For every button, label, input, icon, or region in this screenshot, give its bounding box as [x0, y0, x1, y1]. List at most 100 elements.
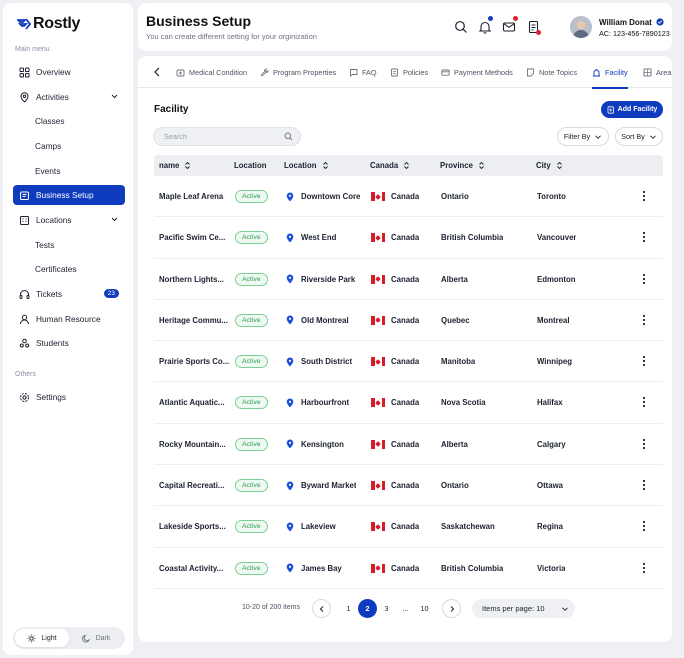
sidebar-item-tickets[interactable]: Tickets 23	[13, 284, 125, 304]
location-pin-icon	[286, 481, 294, 491]
status-cell: Active	[235, 217, 268, 258]
more-options-icon[interactable]	[642, 355, 646, 367]
table-row[interactable]: Heritage Commu... Active Old Montreal Canad…	[154, 300, 663, 342]
note-icon	[527, 68, 534, 76]
table-row[interactable]: Rocky Mountain... Active Kensington Canada A…	[154, 424, 663, 466]
tab-area[interactable]: Area	[643, 56, 671, 88]
theme-toggle[interactable]: Light Dark	[13, 627, 125, 649]
sidebar-item-overview[interactable]: Overview	[13, 62, 125, 82]
column-header-province[interactable]: Province	[440, 155, 485, 176]
app-name: Rostly	[33, 15, 81, 32]
next-page-button[interactable]	[442, 599, 461, 618]
page-3-button[interactable]: 3	[377, 599, 396, 618]
table-row[interactable]: Prairie Sports Co... Active South District…	[154, 341, 663, 383]
more-options-icon[interactable]	[642, 231, 646, 243]
table-row[interactable]: Coastal Activity... Active James Bay Canada…	[154, 548, 663, 589]
province-cell: British Columbia	[441, 563, 504, 573]
table-row[interactable]: Capital Recreati... Active Byward Market Ca…	[154, 465, 663, 507]
chevron-down-icon[interactable]	[110, 215, 119, 224]
tab-faq[interactable]: FAQ	[349, 56, 377, 88]
sort-icon	[322, 161, 328, 170]
tab-medical-condition[interactable]: Medical Condition	[176, 56, 247, 88]
country-cell: Canada	[371, 506, 419, 547]
column-header-name[interactable]: name	[159, 155, 191, 176]
sidebar-item-classes[interactable]: Classes	[13, 111, 125, 131]
search-input[interactable]	[154, 128, 274, 145]
more-options-icon[interactable]	[642, 520, 646, 532]
more-options-icon[interactable]	[642, 438, 646, 450]
sidebar-item-students[interactable]: Students	[13, 333, 125, 353]
sidebar-item-label: Settings	[36, 392, 66, 402]
search-icon[interactable]	[284, 132, 293, 141]
location-name: Lakeview	[301, 522, 336, 532]
sidebar-item-human-resource[interactable]: Human Resource	[13, 309, 125, 329]
more-options-icon[interactable]	[642, 562, 646, 574]
page-2-button[interactable]: 2	[358, 599, 377, 618]
province-cell: Ontario	[441, 192, 469, 201]
theme-dark-option[interactable]: Dark	[69, 629, 123, 647]
tab-label: Note Topics	[539, 67, 577, 77]
tab-program-properties[interactable]: Program Properties	[260, 56, 336, 88]
chevron-down-icon[interactable]	[110, 92, 119, 101]
sidebar-item-label: Tests	[35, 240, 55, 250]
column-header-location[interactable]: Location	[284, 155, 329, 176]
filter-by-button[interactable]: Filter By	[557, 127, 609, 146]
facility-name: Heritage Commu...	[159, 315, 228, 325]
sidebar-item-certificates[interactable]: Certificates	[13, 259, 125, 279]
items-per-page-select[interactable]: Items per page: 10	[472, 599, 575, 618]
logo[interactable]: Rostly	[17, 15, 80, 33]
avatar[interactable]	[570, 16, 592, 38]
bell-icon[interactable]	[478, 20, 492, 34]
status-badge: Active	[235, 272, 268, 286]
table-row[interactable]: Atlantic Aquatic... Active Harbourfront Can…	[154, 382, 663, 424]
user-icon	[19, 314, 30, 325]
more-options-icon[interactable]	[642, 396, 646, 408]
page-1-button[interactable]: 1	[339, 599, 358, 618]
mail-icon[interactable]	[502, 20, 516, 34]
tab-payment-methods[interactable]: Payment Methods	[441, 56, 513, 88]
canada-flag-icon	[371, 274, 385, 284]
sidebar-item-locations[interactable]: Locations	[13, 210, 125, 230]
more-options-icon[interactable]	[642, 190, 646, 202]
more-options-icon[interactable]	[642, 273, 646, 285]
tab-label: Facility	[605, 67, 628, 77]
country-name: Canada	[391, 357, 420, 367]
country-name: Canada	[391, 192, 420, 201]
tab-facility[interactable]: Facility	[592, 56, 628, 89]
table-row[interactable]: Pacific Swim Ce... Active West End Canada Br…	[154, 217, 663, 259]
column-header-city[interactable]: City	[536, 155, 563, 176]
column-header-country[interactable]: Canada	[370, 155, 410, 176]
sidebar-item-label: Certificates	[35, 264, 77, 274]
column-header-status[interactable]: Location	[234, 155, 267, 176]
sidebar-item-events[interactable]: Events	[13, 161, 125, 181]
tab-policies[interactable]: Policies	[390, 56, 428, 88]
sidebar-item-label: Overview	[36, 67, 71, 77]
location-name: Kensington	[301, 439, 344, 449]
page-subtitle: You can create different setting for you…	[146, 32, 317, 41]
sidebar-item-business-setup[interactable]: Business Setup	[13, 185, 125, 205]
sort-by-button[interactable]: Sort By	[615, 127, 663, 146]
add-facility-button[interactable]: Add Facility	[601, 101, 663, 118]
page-10-button[interactable]: 10	[415, 599, 434, 618]
status-cell: Active	[235, 341, 268, 382]
sidebar-item-activities[interactable]: Activities	[13, 87, 125, 107]
user-name[interactable]: William Donat	[599, 18, 664, 27]
users-icon	[19, 338, 30, 349]
more-options-icon[interactable]	[642, 314, 646, 326]
sidebar-item-camps[interactable]: Camps	[13, 136, 125, 156]
theme-light-option[interactable]: Light	[15, 629, 69, 647]
search-icon[interactable]	[454, 20, 468, 34]
location-cell: Old Montreal	[286, 300, 349, 341]
facility-name: Coastal Activity...	[159, 563, 224, 573]
table-row[interactable]: Maple Leaf Arena Active Downtown Core Canad…	[154, 176, 663, 218]
sidebar-item-settings[interactable]: Settings	[13, 387, 125, 407]
previous-page-button[interactable]	[312, 599, 331, 618]
city-cell: Halifax	[537, 398, 563, 408]
sidebar-item-tests[interactable]: Tests	[13, 235, 125, 255]
chevron-left-icon[interactable]	[152, 66, 162, 78]
table-row[interactable]: Lakeside Sports... Active Lakeview Canada Sa…	[154, 506, 663, 548]
table-row[interactable]: Northern Lights... Active Riverside Park Ca…	[154, 259, 663, 300]
more-options-icon[interactable]	[642, 479, 646, 491]
facility-table: name Location Location Canada Province C…	[154, 155, 663, 589]
tab-note-topics[interactable]: Note Topics	[526, 56, 577, 88]
